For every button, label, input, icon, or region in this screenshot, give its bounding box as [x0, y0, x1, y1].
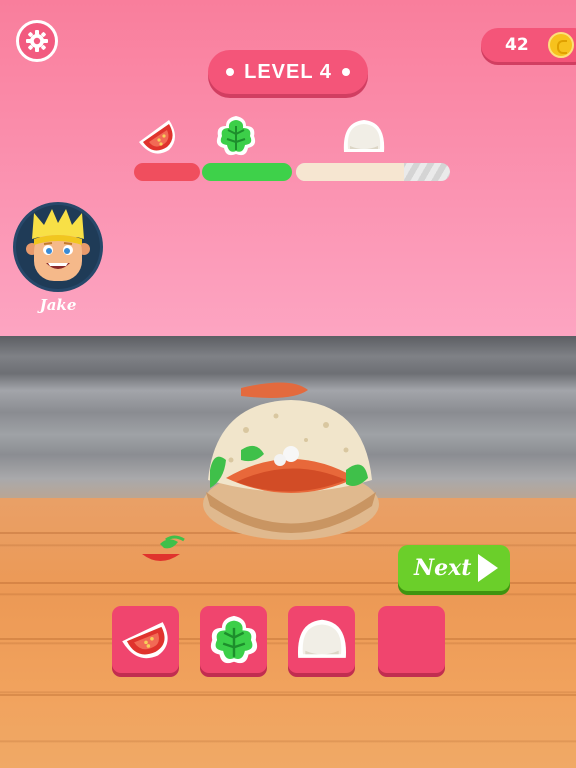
next-label: Next: [414, 555, 472, 581]
dropped-tomato: [142, 535, 185, 561]
tomato-progress-bar: [134, 163, 200, 181]
tomato-slice-icon: [121, 621, 168, 658]
mozzarella-ball-icon: [297, 619, 346, 658]
ingredient-slot-lettuce[interactable]: [200, 606, 267, 673]
boy-with-crown-icon: [26, 209, 90, 281]
gear-icon: [26, 30, 48, 52]
mozzarella-ball-icon: [343, 120, 385, 152]
sandwich[interactable]: [196, 380, 386, 550]
next-button[interactable]: Next: [398, 545, 510, 591]
player-name: Jake: [39, 296, 77, 314]
lettuce-leaf-icon: [216, 116, 256, 156]
ingredient-slot-mozzarella[interactable]: [288, 606, 355, 673]
tomato-slice-icon: [139, 120, 175, 154]
coin-count: 42: [505, 35, 529, 55]
avatar: [13, 202, 103, 292]
level-label: LEVEL 4: [244, 60, 332, 83]
lettuce-leaf-icon: [210, 615, 257, 663]
mozzarella-progress-fill: [296, 163, 404, 181]
ingredient-slot-tomato[interactable]: [112, 606, 179, 673]
settings-button[interactable]: [16, 20, 58, 62]
level-dot-left: [226, 68, 234, 76]
lettuce-progress-bar: [202, 163, 292, 181]
ingredient-slot-empty[interactable]: [378, 606, 445, 673]
coin-counter: 42: [481, 28, 576, 62]
mozzarella-progress-bar: [296, 163, 450, 181]
level-badge: LEVEL 4: [208, 50, 368, 94]
play-arrow-icon: [478, 554, 498, 582]
coin-icon: [548, 32, 574, 58]
level-dot-right: [342, 68, 350, 76]
